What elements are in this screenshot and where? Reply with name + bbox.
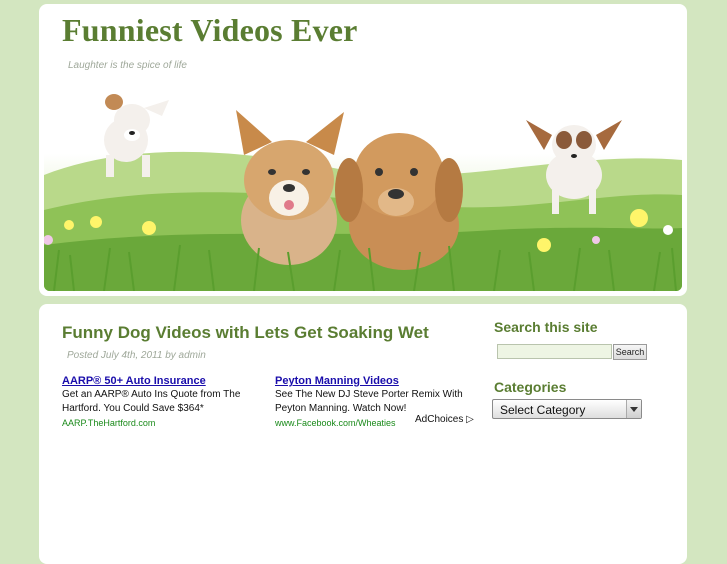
main-content: Funny Dog Videos with Lets Get Soaking W… bbox=[39, 304, 687, 564]
post-meta: Posted July 4th, 2011 by admin bbox=[67, 350, 206, 361]
site-tagline: Laughter is the spice of life bbox=[68, 60, 187, 71]
post-title[interactable]: Funny Dog Videos with Lets Get Soaking W… bbox=[62, 323, 429, 343]
search-widget-title: Search this site bbox=[494, 319, 598, 335]
ad-title-link[interactable]: AARP® 50+ Auto Insurance bbox=[62, 374, 252, 388]
search-button[interactable]: Search bbox=[613, 344, 647, 360]
header: Funniest Videos Ever Laughter is the spi… bbox=[39, 4, 687, 296]
ad-unit-1[interactable]: AARP® 50+ Auto Insurance Get an AARP® Au… bbox=[62, 374, 252, 426]
ad-body: See The New DJ Steve Porter Remix With P… bbox=[275, 389, 463, 414]
site-title[interactable]: Funniest Videos Ever bbox=[62, 12, 358, 49]
header-banner-image bbox=[44, 80, 682, 291]
chevron-down-icon[interactable] bbox=[626, 400, 641, 418]
ad-url-link[interactable]: AARP.TheHartford.com bbox=[62, 416, 252, 426]
ad-title-link[interactable]: Peyton Manning Videos bbox=[275, 374, 465, 388]
puppies-in-meadow-illustration bbox=[44, 94, 682, 291]
categories-widget-title: Categories bbox=[494, 379, 567, 395]
category-select-value: Select Category bbox=[500, 403, 586, 417]
category-select[interactable]: Select Category bbox=[492, 399, 642, 419]
adchoices-link[interactable]: AdChoices ▷ bbox=[415, 414, 474, 425]
search-input[interactable] bbox=[497, 344, 612, 359]
ad-body: Get an AARP® Auto Ins Quote from The Har… bbox=[62, 389, 241, 414]
